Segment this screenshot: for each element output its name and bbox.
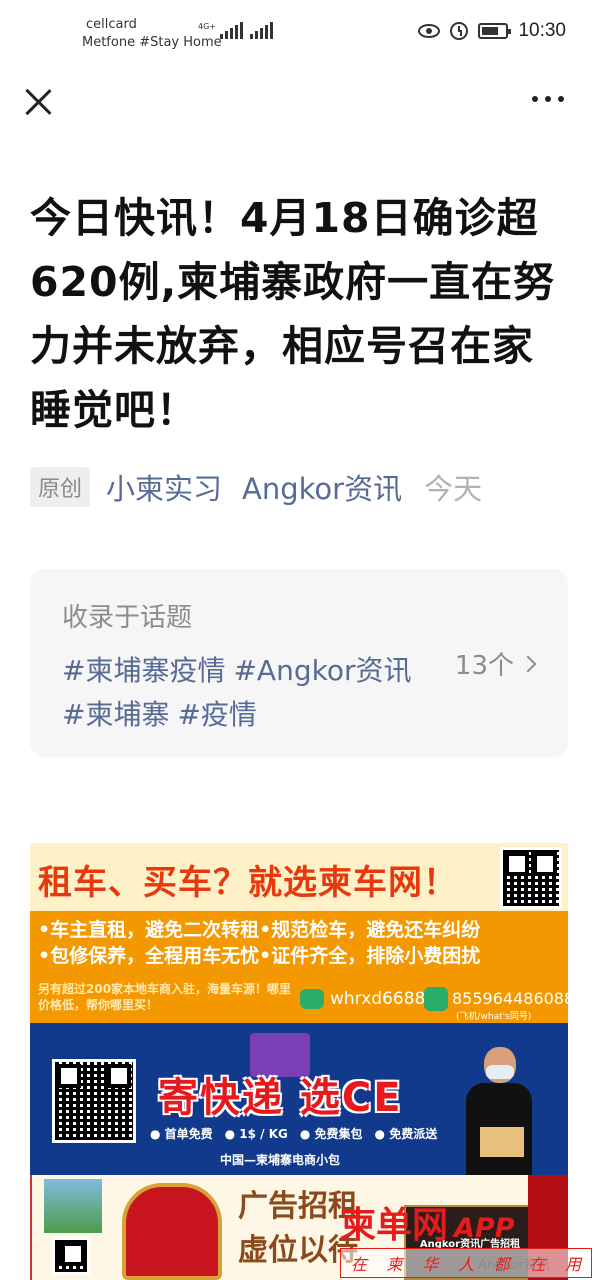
qr-code-icon [52,1237,90,1275]
account-link[interactable]: Angkor资讯 [242,466,402,508]
express-features: ● 首单免费 ● 1$ / KG ● 免费集包 ● 免费派送 [150,1125,449,1142]
topic-count[interactable]: 13个 [454,645,537,682]
status-icons: 10:30 [418,20,566,42]
phone-number: 855964486088 [452,989,568,1008]
publish-date: 今天 [424,472,483,506]
app-slogan[interactable]: 在 柬 华 人 都 在 用 [340,1248,592,1278]
eye-comfort-icon [418,24,441,38]
battery-icon [478,23,512,39]
watermark: Angkor资讯 [478,1258,550,1273]
car-banner-features: •车主直租，避免二次转租•规范检车，避免还车纠纷 •包修保养，全程用车无忧•证件… [38,917,480,969]
status-bar: cellcard Metfone #Stay Home 4G+ 10:30 [0,0,598,66]
qr-code-icon [500,847,562,909]
clock: 10:30 [518,20,566,41]
car-rental-banner[interactable]: 租车、买车？就选柬车网！ •车主直租，避免二次转租•规范检车，避免还车纠纷 •包… [30,843,568,1023]
car-banner-headline: 租车、买车？就选柬车网！ [38,863,458,903]
express-footer: 中国—柬埔寨电商小包 [220,1153,341,1167]
topic-tag[interactable]: #Angkor资讯 [233,654,411,687]
topic-label: 收录于话题 [62,603,193,633]
topic-tag[interactable]: #疫情 [177,698,256,731]
wechat-id: whrxd6688 [330,989,426,1009]
network-type: 4G+ [198,22,216,31]
article-title: 今日快讯！4月18日确诊超620例,柬埔寨政府一直在努力并未放弃，相应号召在家睡… [30,194,556,434]
topic-tag[interactable]: #柬埔寨 [62,698,169,731]
original-badge: 原创 [30,467,91,507]
more-icon[interactable] [532,96,564,102]
car-feature-line: •包修保养，全程用车无忧•证件齐全，排除小费困扰 [38,945,481,967]
topic-tag[interactable]: #柬埔寨疫情 [62,654,225,687]
car-banner-subtext: 另有超过200家本地车商入驻，海量车源！哪里价格低，帮你哪里买！ [38,982,292,1012]
topic-count-label: 13个 [454,651,514,681]
car-feature-line: •车主直租，避免二次转租•规范检车，避免还车纠纷 [38,919,481,941]
topic-tags: #柬埔寨疫情 #Angkor资讯 #柬埔寨 #疫情 [62,649,432,737]
throne-image [122,1183,222,1280]
phone-note: (飞机/what's同号) [456,1012,532,1022]
app-promo-overlay[interactable]: 柬单网 APP [340,1196,515,1248]
slogan-char: 在 [350,1255,367,1274]
slogan-char: 华 [422,1255,439,1274]
topic-card[interactable]: 收录于话题 #柬埔寨疫情 #Angkor资讯 #柬埔寨 #疫情 13个 [30,569,568,757]
express-feature: ● 免费集包 [299,1127,363,1141]
slogan-char: 人 [457,1255,474,1274]
express-feature: ● 免费派送 [374,1127,438,1141]
author-link[interactable]: 小柬实习 [106,466,222,508]
alarm-icon [450,22,469,40]
slogan-char: 用 [565,1255,582,1274]
express-banner[interactable]: 寄快递 选CE ● 首单免费 ● 1$ / KG ● 免费集包 ● 免费派送 中国—柬… [30,1023,568,1175]
signal-icon: 4G+ [198,22,243,39]
chevron-right-icon [519,655,537,672]
signal-icon-sim2 [250,22,273,39]
qr-code-icon [52,1059,136,1143]
article-meta: 原创 小柬实习 Angkor资讯 今天 [30,466,482,508]
scenery-image [44,1179,102,1233]
courier-image [466,1047,532,1175]
phone-icon [424,987,448,1011]
close-icon[interactable] [24,88,52,116]
express-feature: ● 首单免费 [150,1127,213,1141]
slogan-char: 柬 [386,1255,403,1274]
express-headline: 寄快递 选CE [158,1075,403,1121]
app-tag: APP [454,1213,515,1244]
app-brand: 柬单网 [340,1204,449,1246]
carrier-name: cellcard [86,17,137,32]
wechat-icon [300,989,324,1009]
express-feature: ● 1$ / KG [224,1127,288,1141]
